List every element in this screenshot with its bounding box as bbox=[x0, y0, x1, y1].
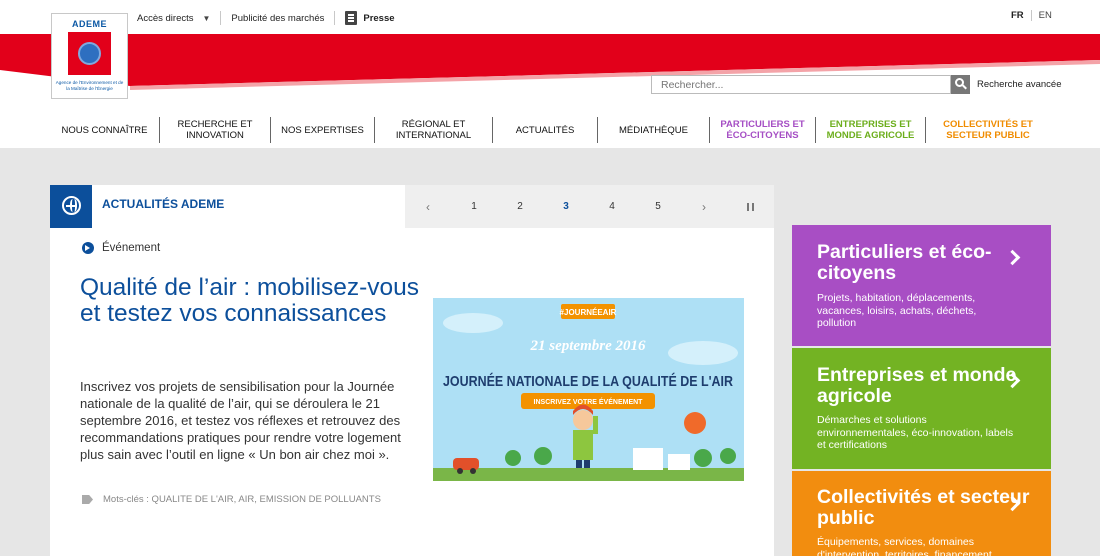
nav-regional-international[interactable]: RÉGIONAL ET INTERNATIONAL bbox=[375, 117, 493, 143]
public-markets-label: Publicité des marchés bbox=[231, 12, 325, 24]
nav-mediatheque[interactable]: MÉDIATHÈQUE bbox=[598, 117, 710, 143]
pager-page-2[interactable]: 2 bbox=[497, 201, 543, 212]
side-block-entreprises[interactable]: Entreprises et monde agricole Démarches … bbox=[792, 348, 1051, 469]
nav-recherche-innovation[interactable]: RECHERCHE ET INNOVATION bbox=[160, 117, 271, 143]
nav-nous-connaitre[interactable]: NOUS CONNAÎTRE bbox=[50, 117, 160, 143]
side-desc: Projets, habitation, déplacements, vacan… bbox=[817, 292, 977, 329]
news-icon-box bbox=[50, 185, 92, 228]
article-category: Événement bbox=[82, 242, 160, 254]
direct-access-label: Accès directs bbox=[137, 12, 194, 24]
carousel-pager: ‹ 1 2 3 4 5 › bbox=[405, 185, 774, 228]
pager-page-1[interactable]: 1 bbox=[451, 201, 497, 212]
logo-tagline: Agence de l'Environnement et de la Maîtr… bbox=[55, 80, 124, 91]
side-desc: Équipements, services, domaines d'interv… bbox=[817, 536, 992, 556]
article-body: Inscrivez vos projets de sensibilisation… bbox=[80, 379, 401, 462]
caret-down-icon: ▼ bbox=[202, 13, 211, 23]
pager-page-3[interactable]: 3 bbox=[543, 201, 589, 212]
news-section-title: ACTUALITÉS ADEME bbox=[102, 197, 225, 211]
side-title: Entreprises et monde agricole bbox=[817, 364, 1017, 407]
globe-icon bbox=[62, 196, 81, 215]
tags-text[interactable]: Mots-clés : QUALITE DE L'AIR, AIR, EMISS… bbox=[103, 494, 381, 505]
category-label: Événement bbox=[102, 242, 161, 254]
article-tags: Mots-clés : QUALITE DE L'AIR, AIR, EMISS… bbox=[82, 494, 381, 505]
news-panel: ACTUALITÉS ADEME ‹ 1 2 3 4 5 › Événement… bbox=[50, 185, 774, 556]
pause-icon[interactable] bbox=[727, 202, 773, 211]
nav-nos-expertises[interactable]: NOS EXPERTISES bbox=[271, 117, 375, 143]
nav-collectivites[interactable]: COLLECTIVITÉS ET SECTEUR PUBLIC bbox=[926, 117, 1050, 143]
language-switcher: FR EN bbox=[1011, 10, 1052, 21]
search-button[interactable] bbox=[951, 75, 970, 94]
main-nav: NOUS CONNAÎTRE RECHERCHE ET INNOVATION N… bbox=[50, 112, 1050, 148]
article-title[interactable]: Qualité de l’air : mobilisez-vous et tes… bbox=[80, 275, 420, 327]
logo-brand: ADEME bbox=[71, 19, 107, 29]
newspaper-icon bbox=[345, 11, 358, 25]
side-block-collectivites[interactable]: Collectivités et secteur public Équipeme… bbox=[792, 471, 1051, 556]
press-link[interactable]: Presse bbox=[335, 11, 404, 25]
side-title: Collectivités et secteur public bbox=[817, 486, 1030, 529]
globe-icon bbox=[78, 42, 101, 65]
illustration-date: 21 septembre 2016 bbox=[530, 338, 646, 354]
pager-next-button[interactable]: › bbox=[681, 200, 727, 214]
lang-fr[interactable]: FR bbox=[1011, 10, 1032, 21]
pager-page-5[interactable]: 5 bbox=[635, 201, 681, 212]
article-illustration[interactable]: #JOURNÉEAIR 21 septembre 2016 JOURNÉE NA… bbox=[433, 298, 744, 481]
illustration-cta: INSCRIVEZ VOTRE ÉVÉNEMENT bbox=[534, 397, 644, 406]
pager-prev-button[interactable]: ‹ bbox=[405, 200, 451, 214]
press-label: Presse bbox=[363, 12, 395, 24]
lang-en[interactable]: EN bbox=[1032, 10, 1052, 21]
logo-red-square bbox=[68, 32, 111, 75]
nav-actualites[interactable]: ACTUALITÉS bbox=[493, 117, 598, 143]
arrow-circle-icon bbox=[82, 242, 94, 254]
public-markets-link[interactable]: Publicité des marchés bbox=[221, 11, 336, 25]
advanced-search-link[interactable]: Recherche avancée bbox=[977, 79, 1062, 90]
side-desc: Démarches et solutions environnementales… bbox=[817, 414, 1014, 451]
tag-icon bbox=[82, 495, 93, 504]
top-utility-nav: Accès directs ▼ Publicité des marchés Pr… bbox=[137, 10, 405, 26]
illustration-hashtag: #JOURNÉEAIR bbox=[560, 308, 617, 317]
nav-entreprises[interactable]: ENTREPRISES ET MONDE AGRICOLE bbox=[816, 117, 926, 143]
side-title: Particuliers et éco-citoyens bbox=[817, 241, 992, 284]
search-input[interactable] bbox=[651, 75, 951, 94]
nav-particuliers[interactable]: PARTICULIERS ET ÉCO-CITOYENS bbox=[710, 117, 816, 143]
ademe-logo[interactable]: ADEME Agence de l'Environnement et de la… bbox=[51, 13, 128, 99]
direct-access-dropdown[interactable]: Accès directs ▼ bbox=[137, 11, 222, 25]
pager-page-4[interactable]: 4 bbox=[589, 201, 635, 212]
news-header: ACTUALITÉS ADEME ‹ 1 2 3 4 5 › bbox=[50, 185, 774, 228]
side-block-particuliers[interactable]: Particuliers et éco-citoyens Projets, ha… bbox=[792, 225, 1051, 346]
site-header: ADEME Agence de l'Environnement et de la… bbox=[0, 0, 1100, 148]
illustration-headline: JOURNÉE NATIONALE DE LA QUALITÉ DE L'AIR bbox=[443, 373, 733, 390]
